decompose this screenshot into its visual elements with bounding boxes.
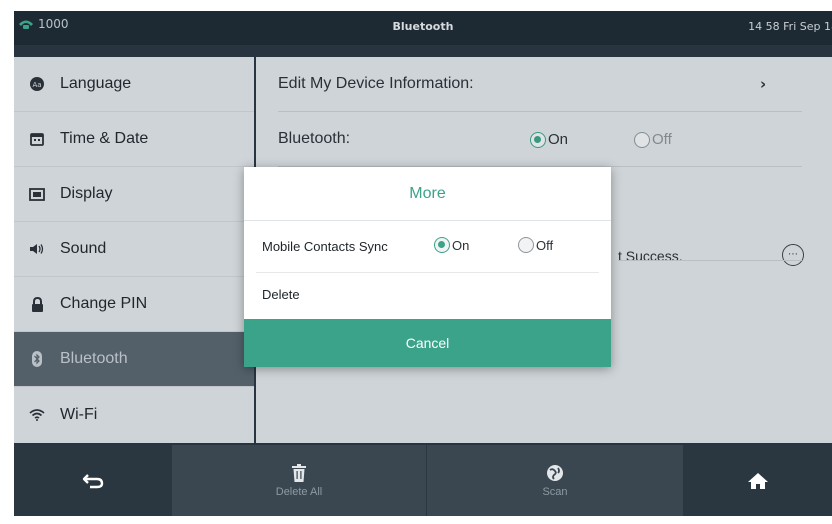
- back-softkey[interactable]: [14, 445, 172, 516]
- cancel-button[interactable]: Cancel: [244, 319, 611, 367]
- radio-selected-icon: [434, 237, 450, 253]
- more-dialog: More Mobile Contacts Sync On Off Delete …: [244, 167, 611, 367]
- radio-on-label: On: [452, 237, 470, 253]
- dialog-title: More: [244, 167, 611, 221]
- scan-label: Scan: [542, 485, 568, 498]
- radio-off-label: Off: [536, 237, 554, 253]
- date-time: 14 58 Fri Sep 18: [748, 20, 832, 33]
- home-softkey[interactable]: [684, 445, 832, 516]
- radio-unselected-icon: [518, 237, 534, 253]
- scan-globe-icon: [547, 464, 563, 481]
- home-icon: [748, 472, 768, 489]
- trash-icon: [292, 463, 306, 482]
- sync-on-radio[interactable]: On: [434, 237, 469, 253]
- sync-off-radio[interactable]: Off: [518, 237, 553, 253]
- delete-all-label: Delete All: [275, 485, 323, 498]
- softkey-bar: Delete All Scan: [14, 445, 832, 516]
- phone-screen: 1000 Bluetooth 14 58 Fri Sep 18 Aa Langu…: [14, 11, 832, 516]
- scan-softkey[interactable]: Scan: [427, 445, 683, 516]
- screen-title: Bluetooth: [392, 20, 454, 33]
- delete-row[interactable]: Delete: [256, 273, 599, 325]
- delete-all-softkey[interactable]: Delete All: [172, 445, 426, 516]
- mobile-contacts-sync-row: Mobile Contacts Sync On Off: [256, 221, 599, 273]
- status-bar: 1000 Bluetooth 14 58 Fri Sep 18: [14, 11, 832, 45]
- delete-label: Delete: [262, 287, 300, 302]
- mobile-contacts-sync-label: Mobile Contacts Sync: [262, 239, 388, 254]
- back-arrow-icon: [82, 473, 104, 488]
